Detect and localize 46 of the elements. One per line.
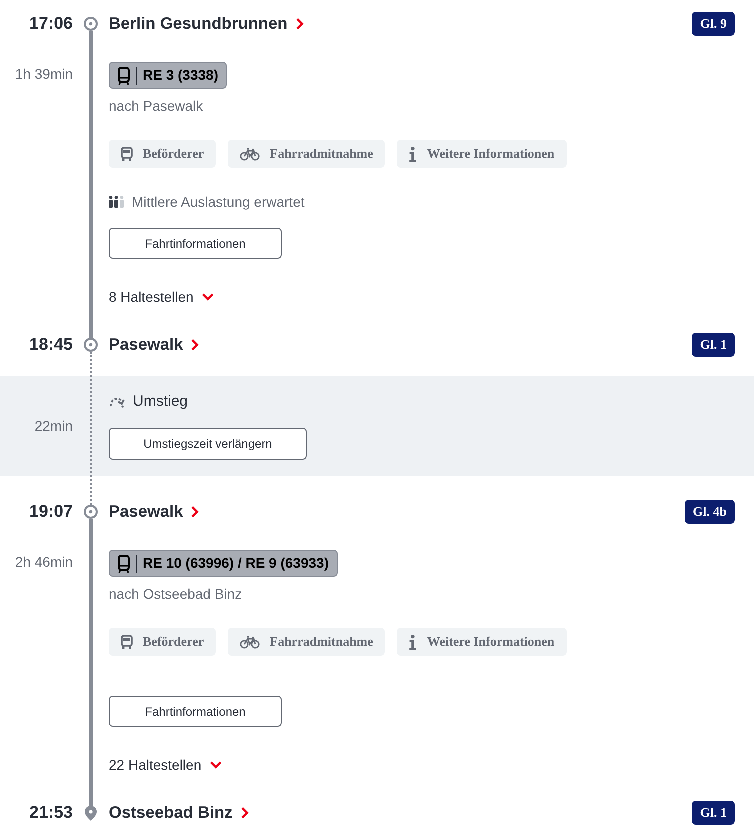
stop-time: 18:45 <box>30 334 73 356</box>
transfer-label: Umstieg <box>133 392 188 412</box>
stops-toggle[interactable]: 8 Haltestellen <box>109 287 214 307</box>
train-icon <box>118 554 130 572</box>
platform-badge: Gl. 1 <box>692 801 735 825</box>
stop-time: 21:53 <box>30 802 73 824</box>
travel-duration: 2h 46min <box>15 553 73 572</box>
platform-badge: Gl. 4b <box>685 500 735 524</box>
transfer-arrow-icon <box>109 396 125 408</box>
bicycle-icon <box>240 148 260 160</box>
train-direction: nach Pasewalk <box>109 97 204 116</box>
train-line-label: RE 3 (3338) <box>143 66 218 85</box>
stop-time: 17:06 <box>30 13 73 36</box>
travel-duration: 1h 39min <box>15 65 73 84</box>
station-link[interactable]: Pasewalk <box>109 332 200 358</box>
info-icon <box>409 634 418 650</box>
transfer-duration: 22min <box>34 416 73 436</box>
info-icon <box>409 146 418 162</box>
chevron-right-icon <box>296 18 304 30</box>
stops-toggle[interactable]: 22 Haltestellen <box>109 755 222 775</box>
bicycle-icon <box>240 636 260 648</box>
bike-transport-button[interactable]: Fahrradmitnahme <box>228 140 386 168</box>
bus-icon <box>121 635 133 649</box>
station-link[interactable]: Ostseebad Binz <box>109 800 249 826</box>
train-line-label: RE 10 (63996) / RE 9 (63933) <box>143 554 329 573</box>
train-icon <box>118 66 130 84</box>
operator-button[interactable]: Beförderer <box>109 628 216 656</box>
more-info-button[interactable]: Weitere Informationen <box>397 628 567 656</box>
chevron-right-icon <box>191 506 200 518</box>
more-info-button[interactable]: Weitere Informationen <box>397 140 567 168</box>
occupancy-meter <box>109 196 124 208</box>
chevron-right-icon <box>191 339 200 351</box>
bike-transport-button[interactable]: Fahrradmitnahme <box>228 628 386 656</box>
occupancy-text: Mittlere Auslastung erwartet <box>132 192 305 212</box>
extend-transfer-button[interactable]: Umstiegszeit verlängern <box>109 428 307 460</box>
platform-badge: Gl. 9 <box>692 12 735 36</box>
platform-badge: Gl. 1 <box>692 333 735 357</box>
chevron-right-icon <box>240 807 249 819</box>
station-link[interactable]: Pasewalk <box>109 500 200 524</box>
train-direction: nach Ostseebad Binz <box>109 585 242 604</box>
trip-details-button[interactable]: Fahrtinformationen <box>109 696 282 727</box>
stop-time: 19:07 <box>30 501 73 524</box>
operator-button[interactable]: Beförderer <box>109 140 216 168</box>
bus-icon <box>121 147 133 161</box>
trip-details-button[interactable]: Fahrtinformationen <box>109 228 282 259</box>
station-link[interactable]: Berlin Gesundbrunnen <box>109 12 304 36</box>
